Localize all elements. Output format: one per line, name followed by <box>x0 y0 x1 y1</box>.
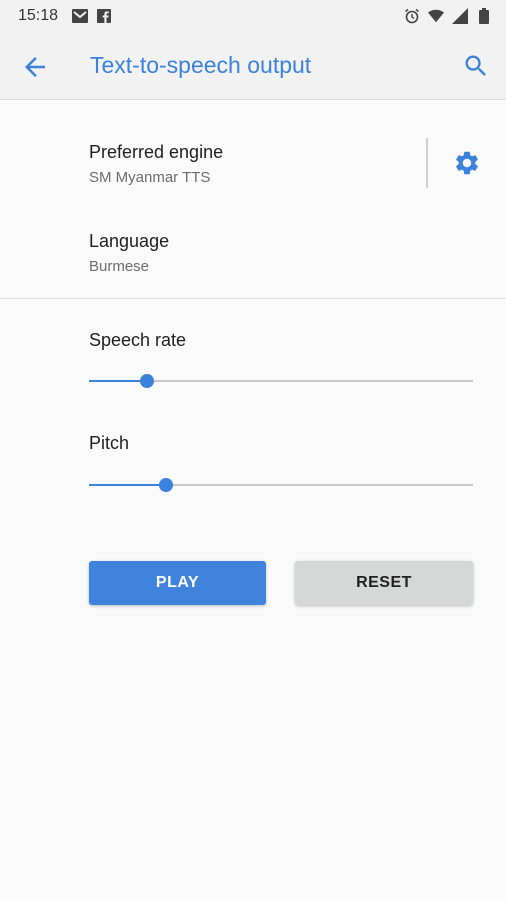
gear-icon <box>456 151 478 175</box>
language-title: Language <box>89 231 170 251</box>
pitch-slider[interactable] <box>89 475 473 495</box>
language-summary: Burmese <box>89 258 150 275</box>
search-button[interactable] <box>462 52 490 80</box>
app-bar: Text-to-speech output <box>0 32 506 100</box>
back-button[interactable] <box>20 52 50 82</box>
preferred-engine-title: Preferred engine <box>89 142 224 162</box>
speech-rate-label: Speech rate <box>89 330 187 350</box>
gmail-icon <box>72 8 89 24</box>
slider-thumb[interactable] <box>158 478 173 492</box>
battery-icon <box>476 8 492 24</box>
page-title: Text-to-speech output <box>90 52 312 78</box>
facebook-icon <box>96 8 112 24</box>
search-icon <box>465 55 486 76</box>
slider-thumb[interactable] <box>139 374 154 388</box>
status-time: 15:18 <box>18 7 59 24</box>
language-item[interactable]: Language Burmese <box>0 200 506 298</box>
preferred-engine-item[interactable]: Preferred engine SM Myanmar TTS <box>0 100 506 200</box>
speech-rate-slider[interactable] <box>89 371 473 391</box>
engine-settings-button[interactable] <box>453 149 481 177</box>
alarm-icon <box>404 8 420 24</box>
play-button[interactable]: PLAY <box>89 561 266 605</box>
preferred-engine-summary: SM Myanmar TTS <box>89 169 211 186</box>
section-divider <box>0 298 506 299</box>
status-bar: 15:18 <box>0 0 506 32</box>
slider-fill <box>89 380 147 382</box>
slider-fill <box>89 484 166 486</box>
reset-button[interactable]: RESET <box>295 561 473 605</box>
arrow-back-icon <box>25 57 45 77</box>
vertical-divider <box>426 138 428 188</box>
pitch-label: Pitch <box>89 433 130 453</box>
wifi-icon <box>428 8 444 24</box>
signal-icon <box>452 8 468 24</box>
